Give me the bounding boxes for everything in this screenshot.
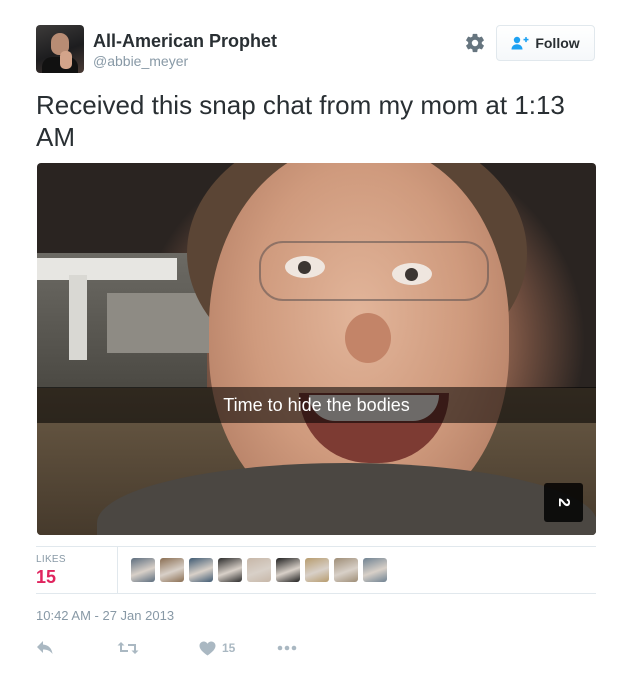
more-button[interactable] (277, 638, 297, 658)
tweet-timestamp[interactable]: 10:42 AM - 27 Jan 2013 (36, 608, 174, 623)
photo-background-awning (37, 258, 177, 280)
liker-avatar[interactable] (247, 558, 271, 582)
liker-avatar[interactable] (334, 558, 358, 582)
add-user-icon (511, 36, 529, 50)
liker-avatar[interactable] (363, 558, 387, 582)
liker-avatar[interactable] (131, 558, 155, 582)
avatar-hand (60, 51, 72, 69)
tweet-text: Received this snap chat from my mom at 1… (36, 90, 565, 152)
snap-badge: 2 (544, 483, 583, 522)
liker-avatar[interactable] (276, 558, 300, 582)
follow-button[interactable]: Follow (496, 25, 595, 61)
reply-button[interactable] (36, 638, 54, 658)
retweet-icon (117, 642, 139, 654)
stats-separator (117, 547, 118, 593)
user-handle[interactable]: @abbie_meyer (93, 53, 188, 69)
stats-bottom-divider (36, 593, 596, 594)
liker-avatar[interactable] (189, 558, 213, 582)
photo-glasses (259, 241, 489, 301)
liker-avatar[interactable] (218, 558, 242, 582)
stats-top-divider (36, 546, 596, 547)
like-count: 15 (222, 641, 236, 655)
liker-avatar[interactable] (160, 558, 184, 582)
profile-avatar[interactable] (36, 25, 84, 73)
follow-label: Follow (535, 35, 580, 51)
likes-count[interactable]: 15 (36, 567, 56, 588)
like-button[interactable]: 15 (199, 638, 235, 658)
tweet-photo[interactable]: Time to hide the bodies 2 (37, 163, 596, 535)
likes-label[interactable]: LIKES (36, 554, 66, 565)
photo-background-pillar (69, 275, 87, 360)
reply-icon (37, 641, 53, 654)
more-icon (277, 645, 297, 651)
liker-avatar[interactable] (305, 558, 329, 582)
heart-icon (199, 641, 216, 655)
likers-avatars (131, 558, 387, 582)
retweet-button[interactable] (117, 638, 139, 658)
gear-icon[interactable] (464, 32, 486, 54)
snap-caption: Time to hide the bodies (37, 387, 596, 423)
photo-nose (345, 313, 391, 363)
display-name[interactable]: All-American Prophet (93, 31, 277, 52)
